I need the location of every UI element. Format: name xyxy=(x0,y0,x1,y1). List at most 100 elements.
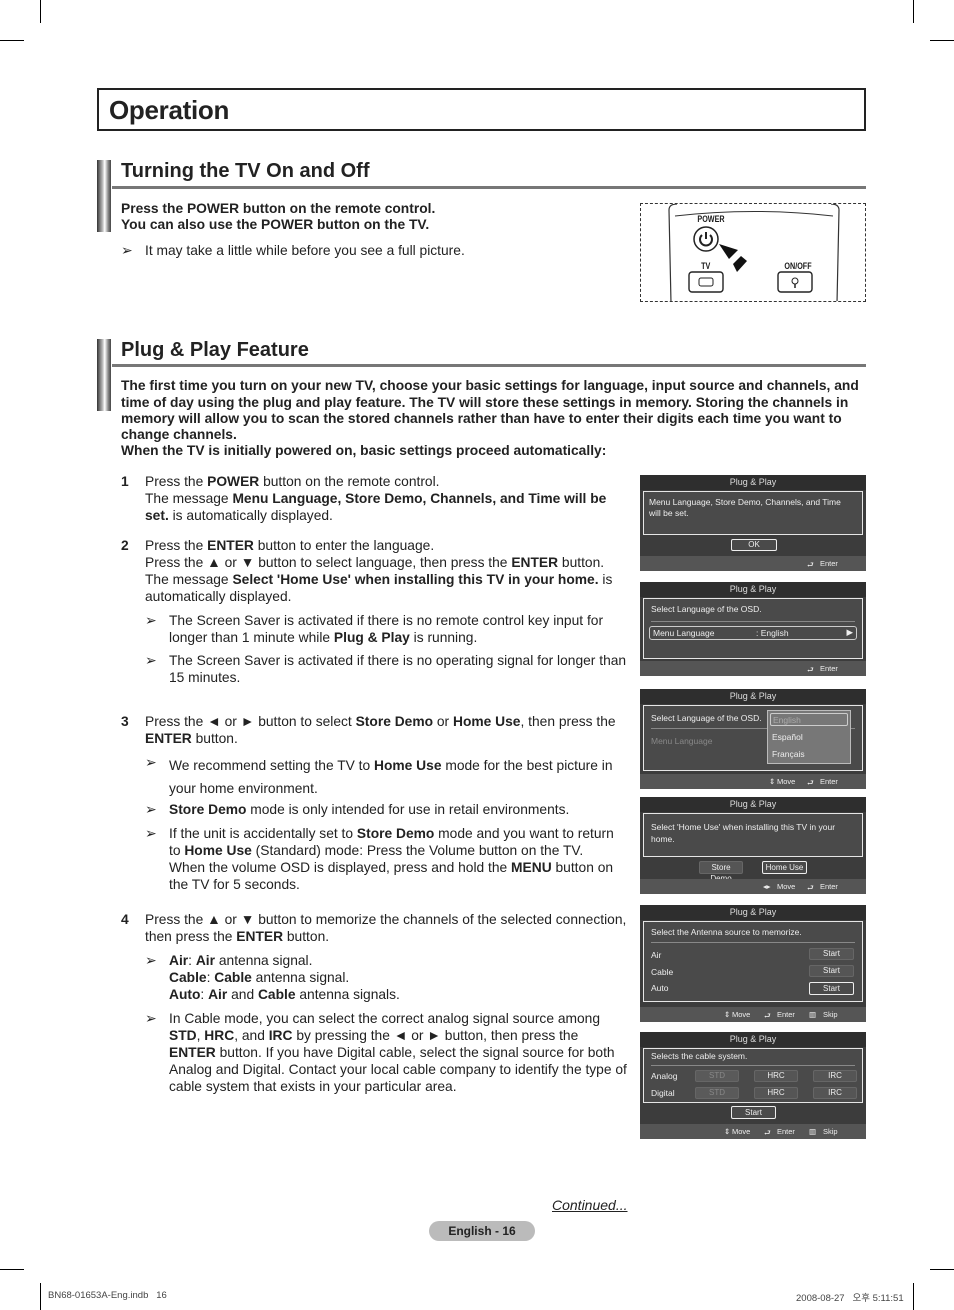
start-button[interactable]: Start xyxy=(731,1106,776,1119)
crop-mark xyxy=(930,1269,954,1270)
start-air-button[interactable]: Start xyxy=(809,948,854,960)
page-title-box: Operation xyxy=(97,88,866,131)
remote-drawing xyxy=(668,204,840,301)
page-title: Operation xyxy=(109,95,230,125)
language-option-english[interactable]: English xyxy=(770,713,848,726)
start-auto-button[interactable]: Start xyxy=(809,982,854,995)
print-file-name: BN68-01653A-Eng.indb 16 xyxy=(48,1290,167,1301)
section-title-plug-play: Plug & Play Feature xyxy=(121,339,309,361)
step-text: Press the ▲ or ▼ button to select langua… xyxy=(145,555,605,570)
osd-screen-language: Plug & Play Select Language of the OSD. … xyxy=(640,582,866,676)
osd-header: Plug & Play xyxy=(640,797,866,812)
digital-irc-button[interactable]: IRC xyxy=(813,1087,857,1099)
cable-label-analog: Analog xyxy=(651,1071,678,1081)
digital-std-button[interactable]: STD xyxy=(695,1087,739,1099)
crop-mark xyxy=(913,1283,914,1310)
step-text: Press the POWER button on the remote con… xyxy=(145,474,440,489)
step-number: 3 xyxy=(121,714,129,729)
note-text: The Screen Saver is activated if there i… xyxy=(169,613,604,645)
left-right-icon: ◂▸ xyxy=(763,882,771,891)
move-hint: Move xyxy=(777,777,796,786)
osd-screen-cable-system: Plug & Play Selects the cable system. An… xyxy=(640,1032,866,1139)
step-text: Press the ▲ or ▼ button to memorize the … xyxy=(145,912,627,927)
note-arrow-icon: ➢ xyxy=(145,801,157,817)
language-dropdown[interactable]: English Español Français xyxy=(767,710,851,764)
enter-icon: ⮐ xyxy=(807,778,814,787)
step-text: Press the ◄ or ► button to select Store … xyxy=(145,714,616,729)
step-text: The message Menu Language, Store Demo, C… xyxy=(145,491,607,506)
osd-header: Plug & Play xyxy=(640,905,866,920)
osd-message: Menu Language, Store Demo, Channels, and… xyxy=(649,497,841,518)
note-arrow-icon: ➢ xyxy=(145,825,157,841)
osd-ok-button[interactable]: OK xyxy=(731,539,777,551)
enter-icon: ⮐ xyxy=(807,883,814,892)
osd-message: Selects the cable system. xyxy=(651,1051,748,1061)
continued-link: Continued... xyxy=(552,1197,628,1213)
enter-icon: ⮐ xyxy=(764,1128,771,1137)
osd-screen-antenna: Plug & Play Select the Antenna source to… xyxy=(640,905,866,1022)
osd-body: Select the Antenna source to memorize. A… xyxy=(643,921,863,1002)
intro-line: You can also use the POWER button on the… xyxy=(121,217,430,232)
note-text: The Screen Saver is activated if there i… xyxy=(169,653,627,685)
osd-footer: ⇕ Move ⮐ Enter ▥ Skip xyxy=(640,1124,866,1139)
start-cable-button[interactable]: Start xyxy=(809,965,854,977)
cable-label-digital: Digital xyxy=(651,1088,675,1098)
osd-body: Selects the cable system. Analog Digital… xyxy=(643,1048,863,1103)
step-text: Press the ENTER button to enter the lang… xyxy=(145,538,435,553)
osd-footer: ◂▸ Move ⮐ Enter xyxy=(640,879,866,894)
skip-hint: Skip xyxy=(823,1010,838,1019)
step-text: set. is automatically displayed. xyxy=(145,508,333,523)
enter-hint: Enter xyxy=(820,777,838,786)
language-option-francais[interactable]: Français xyxy=(772,749,805,759)
osd-screen-intro: Plug & Play Menu Language, Store Demo, C… xyxy=(640,475,866,571)
skip-icon: ▥ xyxy=(809,1127,817,1136)
osd-message: Select the Antenna source to memorize. xyxy=(651,927,802,937)
analog-hrc-button[interactable]: HRC xyxy=(754,1070,798,1082)
section-title-power: Turning the TV On and Off xyxy=(121,160,370,182)
section-bar xyxy=(97,339,111,411)
move-hint: Move xyxy=(732,1010,751,1019)
enter-icon: ⮐ xyxy=(807,665,814,674)
section-rule xyxy=(112,364,866,367)
note-arrow-icon: ➢ xyxy=(121,242,133,258)
step-text: automatically displayed. xyxy=(145,589,292,604)
intro-line: Press the POWER button on the remote con… xyxy=(121,201,436,216)
intro-line: When the TV is initially powered on, bas… xyxy=(121,443,607,458)
digital-hrc-button[interactable]: HRC xyxy=(754,1087,798,1099)
move-hint: Move xyxy=(732,1127,751,1136)
intro-line: change channels. xyxy=(121,427,237,442)
osd-footer: ⮐ Enter xyxy=(640,556,866,571)
page-number-badge: English - 16 xyxy=(429,1221,535,1241)
enter-hint: Enter xyxy=(820,882,838,891)
enter-hint: Enter xyxy=(820,664,838,673)
analog-irc-button[interactable]: IRC xyxy=(813,1070,857,1082)
up-down-icon: ⇕ xyxy=(724,1127,731,1136)
note-text: Air: Air antenna signal. Cable: Cable an… xyxy=(169,953,400,1002)
skip-icon: ▥ xyxy=(809,1010,817,1019)
home-use-button[interactable]: Home Use xyxy=(762,861,807,874)
section-bar xyxy=(97,160,111,232)
enter-hint: Enter xyxy=(820,559,838,568)
intro-line: The first time you turn on your new TV, … xyxy=(121,378,859,393)
crop-mark xyxy=(40,1283,41,1310)
up-down-icon: ⇕ xyxy=(769,777,776,786)
antenna-label-cable: Cable xyxy=(651,967,674,977)
menu-language-field[interactable]: Menu Language : English ▶ xyxy=(649,626,857,640)
osd-message: Select Language of the OSD. xyxy=(651,604,762,614)
osd-screen-home-use: Plug & Play Select 'Home Use' when insta… xyxy=(640,797,866,894)
analog-std-button[interactable]: STD xyxy=(695,1070,739,1082)
osd-header: Plug & Play xyxy=(640,582,866,597)
osd-body: Menu Language, Store Demo, Channels, and… xyxy=(643,491,863,535)
field-label: Menu Language xyxy=(651,736,713,746)
language-option-espanol[interactable]: Español xyxy=(772,732,803,742)
osd-footer: ⮐ Enter xyxy=(640,661,866,676)
print-timestamp: 2008-08-27 오후 5:11:51 xyxy=(796,1293,904,1304)
osd-footer: ⇕ Move ⮐ Enter ▥ Skip xyxy=(640,1007,866,1022)
step-text: then press the ENTER button. xyxy=(145,929,330,944)
note-text: In Cable mode, you can select the correc… xyxy=(169,1011,627,1094)
crop-mark xyxy=(0,40,24,41)
enter-icon: ⮐ xyxy=(807,560,814,569)
note-text: If the unit is accidentally set to Store… xyxy=(169,826,614,892)
step-text: ENTER button. xyxy=(145,731,238,746)
store-demo-button[interactable]: Store Demo xyxy=(699,861,743,883)
